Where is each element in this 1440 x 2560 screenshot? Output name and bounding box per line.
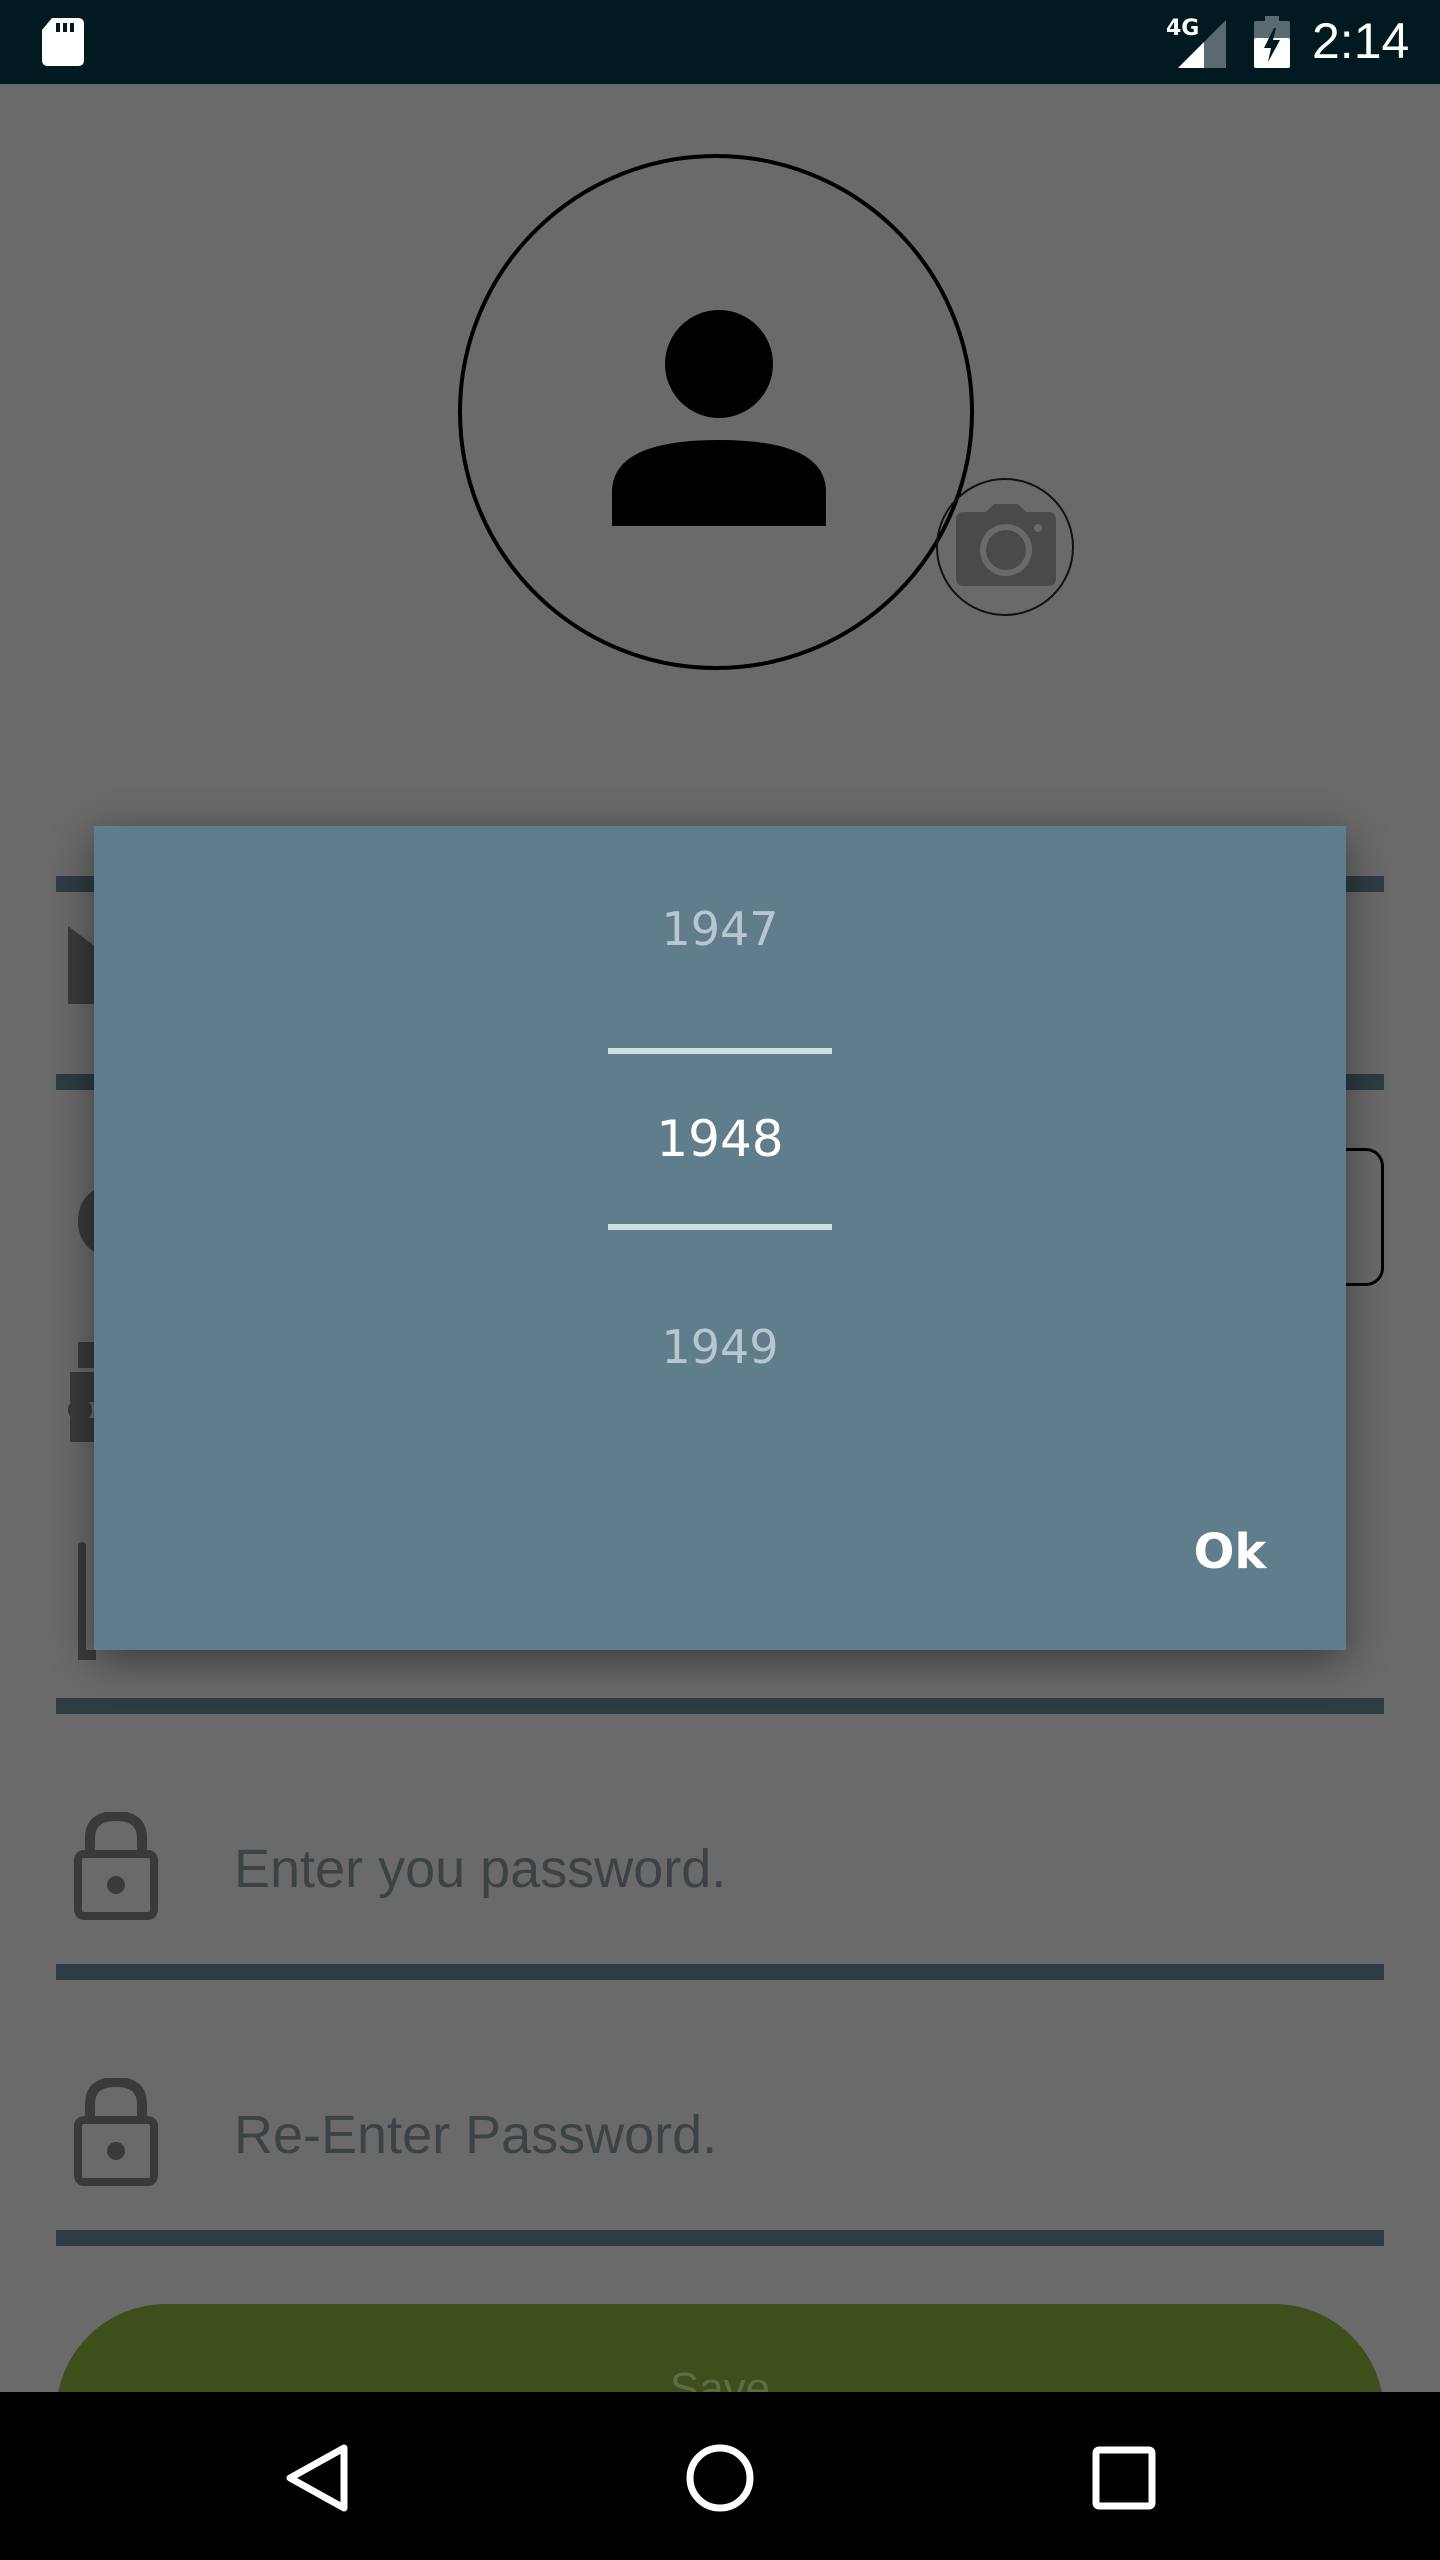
back-icon[interactable]	[266, 2428, 366, 2528]
lock-icon	[74, 1812, 158, 1920]
recents-icon[interactable]	[1074, 2428, 1174, 2528]
camera-icon	[956, 504, 1056, 586]
field-divider	[56, 1964, 1384, 1980]
clock: 2:14	[1312, 13, 1410, 69]
field-divider	[56, 1698, 1384, 1714]
field-divider	[56, 2230, 1384, 2246]
picker-divider-bottom	[608, 1224, 832, 1230]
password-input[interactable]: Enter you password.	[234, 1838, 726, 1900]
person-pin-icon	[68, 1342, 96, 1442]
year-option-selected[interactable]: 1948	[94, 1110, 1346, 1168]
home-icon[interactable]	[670, 2428, 770, 2528]
year-option-next[interactable]: 1949	[94, 1320, 1346, 1374]
picker-divider-top	[608, 1048, 832, 1054]
lock-icon	[74, 2078, 158, 2186]
navigation-bar	[0, 2392, 1440, 2560]
ok-button[interactable]: Ok	[1160, 1516, 1300, 1588]
signal-icon	[1178, 20, 1226, 68]
sd-card-icon	[42, 18, 84, 66]
reenter-password-input[interactable]: Re-Enter Password.	[234, 2104, 717, 2166]
status-bar: 4G 2:14	[0, 0, 1440, 84]
year-picker-dialog: 1947 1948 1949 Ok	[94, 826, 1346, 1650]
year-option-prev[interactable]: 1947	[94, 902, 1346, 956]
person-icon	[612, 310, 826, 526]
battery-charging-icon	[1254, 16, 1290, 68]
